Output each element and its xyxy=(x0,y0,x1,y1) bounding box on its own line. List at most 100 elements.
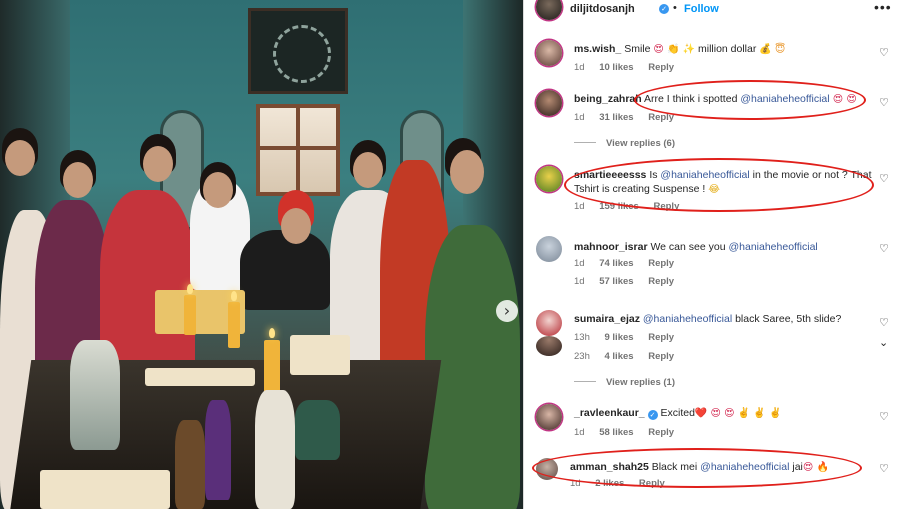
comment-likes[interactable]: 4 likes xyxy=(605,351,634,362)
view-replies-button[interactable]: View replies (6) xyxy=(574,138,675,149)
photo-wall-art xyxy=(248,8,348,94)
reply-button[interactable]: Reply xyxy=(648,427,674,438)
like-heart-icon[interactable]: ♡ xyxy=(879,410,889,423)
photo-face xyxy=(281,208,311,244)
comment-meta: 13h 9 likes Reply xyxy=(574,332,686,343)
photo-window xyxy=(256,104,340,196)
like-heart-icon[interactable]: ♡ xyxy=(879,46,889,59)
comment-time: 1d xyxy=(574,112,585,123)
reply-button[interactable]: Reply xyxy=(653,201,679,212)
comment-meta: 1d 57 likes Reply xyxy=(574,276,686,287)
comment-time: 13h xyxy=(574,332,590,343)
like-heart-icon[interactable]: ♡ xyxy=(879,96,889,109)
comment-mention[interactable]: @haniaheheofficial xyxy=(728,241,817,253)
comment-mention[interactable]: @haniaheheofficial xyxy=(700,461,789,473)
photo-face xyxy=(63,162,93,198)
comment-text: _ravleenkaur_ ✓ Excited❤️ 😍 😍 ✌️ ✌️ ✌️ xyxy=(574,406,874,421)
comment-time: 1d xyxy=(574,276,585,287)
comment-username[interactable]: ms.wish_ xyxy=(574,43,621,55)
view-replies-button[interactable]: View replies (1) xyxy=(574,377,675,388)
like-heart-icon[interactable]: ♡ xyxy=(879,242,889,255)
photo-face xyxy=(5,140,35,176)
commenter-avatar[interactable] xyxy=(536,404,562,430)
comment-body: Black mei xyxy=(651,461,701,473)
comment-mention[interactable]: @haniaheheofficial xyxy=(740,93,829,105)
comment-likes[interactable]: 58 likes xyxy=(599,427,633,438)
like-heart-icon[interactable]: ♡ xyxy=(879,172,889,185)
photo-face xyxy=(203,172,233,208)
photo-candle xyxy=(228,302,240,348)
photo-face xyxy=(450,150,484,194)
reply-button[interactable]: Reply xyxy=(648,351,674,362)
photo-flame xyxy=(269,328,275,338)
like-heart-icon[interactable]: ♡ xyxy=(879,316,889,329)
comment-text: being_zahrah Arre I think i spotted @han… xyxy=(574,92,874,107)
photo-bottle xyxy=(70,340,120,450)
header-separator: • xyxy=(673,2,677,14)
comment-text: amman_shah25 Black mei @haniaheheofficia… xyxy=(570,460,870,475)
comment-likes[interactable]: 31 likes xyxy=(599,112,633,123)
author-username[interactable]: diljitdosanjh xyxy=(570,3,635,15)
author-avatar[interactable] xyxy=(536,0,562,20)
photo-person xyxy=(240,230,330,310)
comment-emoji: 😍 👏 ✨ xyxy=(653,44,696,55)
comment-body: jai xyxy=(789,461,803,473)
comment-mention[interactable]: @haniaheheofficial xyxy=(660,169,749,181)
comment-mention[interactable]: @haniaheheofficial xyxy=(643,313,732,325)
comment-likes[interactable]: 10 likes xyxy=(599,62,633,73)
commenter-avatar[interactable] xyxy=(536,40,562,66)
comment-body: Arre I think i spotted xyxy=(644,93,741,105)
reply-button[interactable]: Reply xyxy=(648,258,674,269)
comment-body: million dollar xyxy=(695,43,760,55)
comment-time: 1d xyxy=(574,201,585,212)
comment-username[interactable]: being_zahrah xyxy=(574,93,642,105)
comment-likes[interactable]: 159 likes xyxy=(599,201,639,212)
comment-likes[interactable]: 2 likes xyxy=(595,478,624,489)
comment-emoji: 😍 🔥 xyxy=(802,462,829,473)
reply-button[interactable]: Reply xyxy=(648,112,674,123)
comment-text: ms.wish_ Smile 😍 👏 ✨ million dollar 💰 😇 xyxy=(574,42,874,57)
commenter-avatar[interactable] xyxy=(536,310,562,336)
comment-time: 1d xyxy=(570,478,581,489)
comment-username[interactable]: mahnoor_israr xyxy=(574,241,648,253)
post-photo: › xyxy=(0,0,523,509)
photo-bottle xyxy=(295,400,340,460)
commenter-avatar[interactable] xyxy=(536,458,558,480)
commenter-avatar[interactable] xyxy=(536,236,562,262)
follow-button[interactable]: Follow xyxy=(684,3,719,15)
comment-username[interactable]: sumaira_ejaz xyxy=(574,313,640,325)
reply-button[interactable]: Reply xyxy=(648,332,674,343)
comment-time: 23h xyxy=(574,351,590,362)
commenter-avatar[interactable] xyxy=(536,336,562,356)
reply-button[interactable]: Reply xyxy=(648,276,674,287)
comment-time: 1d xyxy=(574,258,585,269)
reply-button[interactable]: Reply xyxy=(648,62,674,73)
like-heart-icon[interactable]: ♡ xyxy=(879,462,889,475)
comment-body: Smile xyxy=(624,43,654,55)
comment-likes[interactable]: 57 likes xyxy=(599,276,633,287)
photo-scroll xyxy=(145,368,255,386)
comment-username[interactable]: _ravleenkaur_ xyxy=(574,407,645,419)
photo-bottle xyxy=(205,400,231,500)
next-slide-button[interactable]: › xyxy=(496,300,518,322)
comment-text: mahnoor_israr We can see you @haniaheheo… xyxy=(574,240,874,254)
photo-candle xyxy=(184,295,196,335)
comment-username[interactable]: smartieeeesss xyxy=(574,169,646,181)
verified-badge-icon: ✓ xyxy=(647,410,658,420)
more-options-icon[interactable]: ••• xyxy=(874,0,892,15)
comment-emoji: ❤️ 😍 😍 ✌️ ✌️ ✌️ xyxy=(694,408,782,419)
commenter-avatar[interactable] xyxy=(536,90,562,116)
comment-meta: 1d 159 likes Reply xyxy=(574,201,691,212)
verified-badge-icon: ✓ xyxy=(659,4,669,14)
commenter-avatar[interactable] xyxy=(536,166,562,192)
comment-likes[interactable]: 74 likes xyxy=(599,258,633,269)
comment-body: We can see you xyxy=(650,241,729,253)
comment-likes[interactable]: 9 likes xyxy=(605,332,634,343)
photo-scroll xyxy=(290,335,350,375)
reply-button[interactable]: Reply xyxy=(639,478,665,489)
comment-username[interactable]: amman_shah25 xyxy=(570,461,649,473)
chevron-down-icon[interactable]: ⌄ xyxy=(879,336,888,349)
comment-body: black Saree, 5th slide? xyxy=(732,313,842,325)
post-header: diljitdosanjh ✓ • Follow ••• xyxy=(524,0,905,22)
photo-face xyxy=(353,152,383,188)
